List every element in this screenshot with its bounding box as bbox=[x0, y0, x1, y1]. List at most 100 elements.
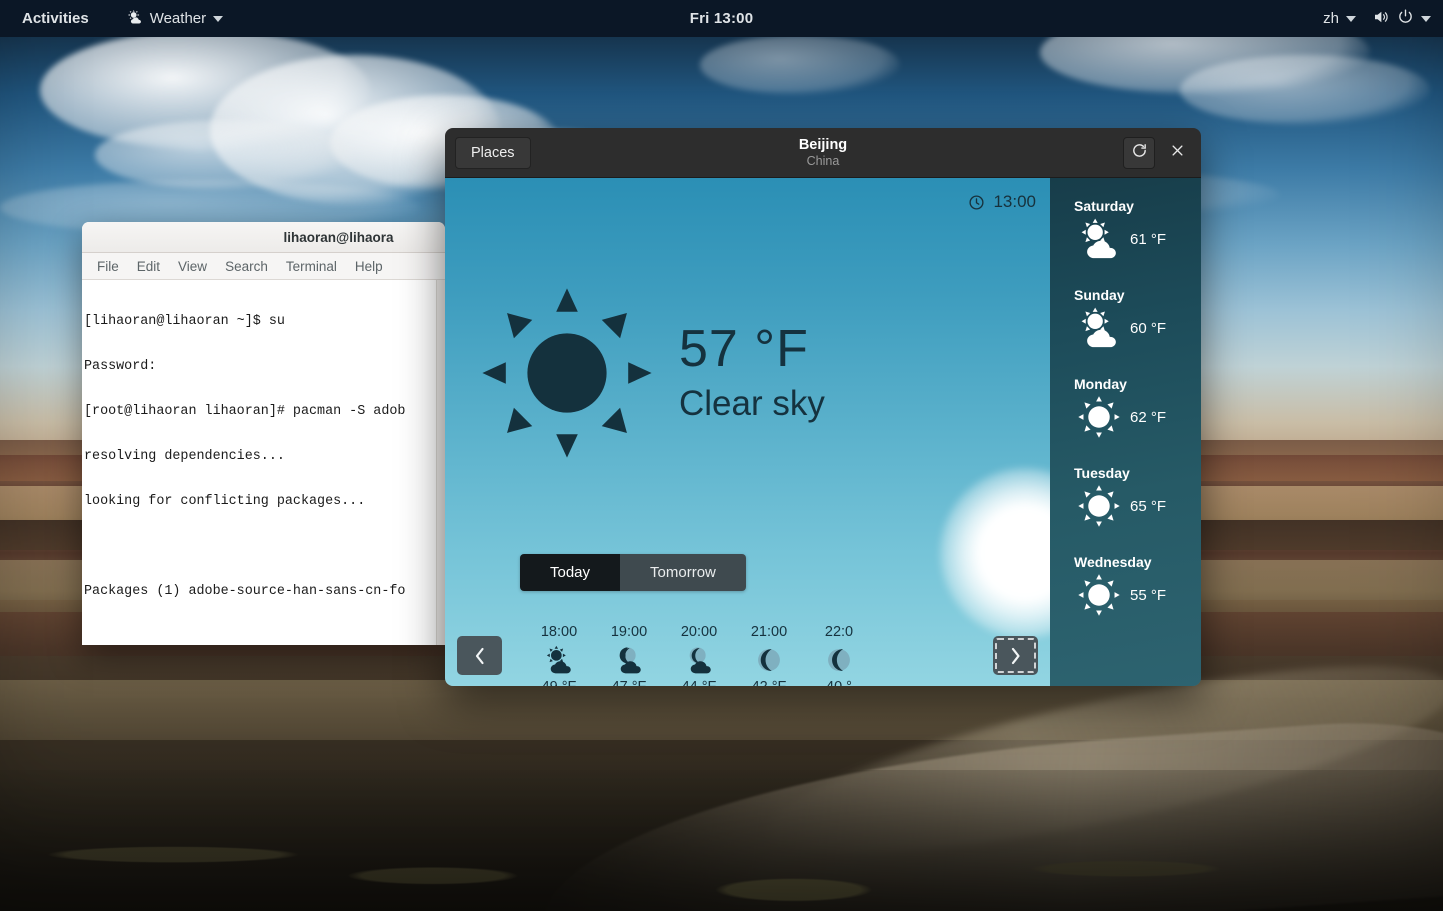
country-subtitle: China bbox=[806, 154, 840, 169]
keyboard-layout-indicator[interactable]: zh bbox=[1323, 10, 1356, 27]
hourly-items: 18:00 49 °F 19:00 bbox=[502, 624, 993, 686]
keyboard-layout-label: zh bbox=[1323, 10, 1339, 27]
forecast-day[interactable]: Saturday 61 °F bbox=[1074, 198, 1201, 262]
weather-header-bar: Places Beijing China bbox=[445, 128, 1201, 178]
sun-cloud-icon bbox=[524, 643, 594, 677]
terminal-scrollbar[interactable] bbox=[436, 280, 445, 645]
hourly-item: 21:00 42 °F bbox=[734, 624, 804, 686]
city-title: Beijing bbox=[798, 136, 848, 153]
hourly-item: 18:00 49 °F bbox=[524, 624, 594, 686]
app-menu-weather[interactable]: Weather bbox=[119, 5, 231, 33]
hour-time: 19:00 bbox=[610, 624, 648, 640]
activities-button[interactable]: Activities bbox=[14, 6, 97, 31]
hour-temp: 40 ° bbox=[804, 679, 874, 686]
hourly-next-button[interactable] bbox=[993, 636, 1038, 675]
refresh-button[interactable] bbox=[1123, 136, 1155, 169]
terminal-titlebar: lihaoran@lihaora bbox=[82, 222, 445, 253]
close-icon bbox=[1170, 143, 1185, 163]
hour-time: 22:0 bbox=[824, 624, 854, 640]
gnome-top-bar: Activities Weather Fri 13:00 zh bbox=[0, 0, 1443, 37]
hourly-item: 22:0 40 ° bbox=[804, 624, 874, 686]
terminal-window[interactable]: lihaoran@lihaora File Edit View Search T… bbox=[82, 222, 445, 645]
moon-cloud-icon bbox=[594, 643, 664, 677]
menu-search[interactable]: Search bbox=[216, 256, 277, 277]
activities-label: Activities bbox=[22, 10, 89, 27]
moon-cloud-icon bbox=[664, 643, 734, 677]
tab-today[interactable]: Today bbox=[520, 554, 621, 591]
hour-temp: 42 °F bbox=[734, 679, 804, 686]
weather-time-label: 13:00 bbox=[993, 192, 1036, 211]
hourly-item: 19:00 47 °F bbox=[594, 624, 664, 686]
menu-edit[interactable]: Edit bbox=[128, 256, 169, 277]
sun-cloud-icon bbox=[127, 9, 143, 29]
app-menu-label: Weather bbox=[149, 10, 207, 27]
tab-tomorrow[interactable]: Tomorrow bbox=[620, 554, 746, 591]
forecast-day-name: Sunday bbox=[1074, 287, 1125, 303]
forecast-day-temp: 65 °F bbox=[1130, 497, 1167, 515]
terminal-line: [root@lihaoran lihaoran]# pacman -S adob bbox=[84, 404, 406, 419]
hourly-forecast-strip: 18:00 49 °F 19:00 bbox=[445, 624, 1050, 686]
hour-temp: 44 °F bbox=[664, 679, 734, 686]
terminal-title: lihaoran@lihaora bbox=[283, 229, 394, 245]
hour-temp: 49 °F bbox=[524, 679, 594, 686]
terminal-line: [lihaoran@lihaoran ~]$ su bbox=[84, 314, 285, 329]
forecast-day-temp: 60 °F bbox=[1130, 319, 1167, 337]
moon-icon bbox=[734, 643, 804, 677]
places-button[interactable]: Places bbox=[455, 136, 531, 169]
terminal-line: Password: bbox=[84, 359, 157, 374]
forecast-day-temp: 55 °F bbox=[1130, 586, 1167, 604]
volume-icon bbox=[1372, 8, 1390, 30]
system-status-menu[interactable] bbox=[1372, 8, 1431, 30]
forecast-day-name: Tuesday bbox=[1074, 465, 1130, 481]
sun-icon bbox=[1074, 483, 1124, 529]
chevron-down-icon bbox=[213, 15, 224, 22]
forecast-day-name: Monday bbox=[1074, 376, 1127, 392]
terminal-menubar: File Edit View Search Terminal Help bbox=[82, 253, 445, 280]
menu-file[interactable]: File bbox=[88, 256, 128, 277]
menu-view[interactable]: View bbox=[169, 256, 216, 277]
hourly-item: 20:00 44 °F bbox=[664, 624, 734, 686]
sun-icon bbox=[1074, 572, 1124, 618]
sun-cloud-icon bbox=[1074, 216, 1124, 262]
sun-glow bbox=[940, 468, 1050, 638]
forecast-day[interactable]: Sunday 60 °F bbox=[1074, 287, 1201, 351]
menu-terminal[interactable]: Terminal bbox=[277, 256, 346, 277]
terminal-line: looking for conflicting packages... bbox=[84, 494, 366, 509]
forecast-day[interactable]: Tuesday 65 °F bbox=[1074, 465, 1201, 529]
current-description: Clear sky bbox=[679, 384, 825, 424]
weather-title-block: Beijing China bbox=[799, 137, 847, 168]
power-icon bbox=[1397, 8, 1414, 29]
sun-icon bbox=[1074, 394, 1124, 440]
weather-window[interactable]: Places Beijing China 13:00 57 °F Clear s… bbox=[445, 128, 1201, 686]
weather-body: 13:00 57 °F Clear sky Today Tomorrow 18:… bbox=[445, 178, 1201, 686]
hourly-prev-button[interactable] bbox=[457, 636, 502, 675]
hour-temp: 47 °F bbox=[594, 679, 664, 686]
chevron-down-icon bbox=[1346, 15, 1356, 22]
forecast-day-temp: 61 °F bbox=[1130, 230, 1167, 248]
weather-local-time: 13:00 bbox=[968, 192, 1036, 212]
sun-icon bbox=[477, 283, 657, 463]
clock-icon bbox=[968, 194, 985, 211]
forecast-day[interactable]: Wednesday 55 °F bbox=[1074, 554, 1201, 618]
chevron-down-icon bbox=[1421, 15, 1431, 22]
topbar-clock[interactable]: Fri 13:00 bbox=[690, 10, 754, 27]
menu-help[interactable]: Help bbox=[346, 256, 392, 277]
crescent-moon-icon bbox=[804, 643, 874, 677]
day-segmented-control: Today Tomorrow bbox=[520, 554, 746, 591]
hour-time: 18:00 bbox=[540, 624, 578, 640]
forecast-day-temp: 62 °F bbox=[1130, 408, 1167, 426]
close-button[interactable] bbox=[1161, 137, 1193, 169]
forecast-day-name: Wednesday bbox=[1074, 554, 1152, 570]
forecast-day[interactable]: Monday 62 °F bbox=[1074, 376, 1201, 440]
hour-time: 20:00 bbox=[680, 624, 718, 640]
forecast-sidebar: Saturday 61 °F Sunday 60 °F Monday 62 °F… bbox=[1050, 178, 1201, 686]
sun-cloud-icon bbox=[1074, 305, 1124, 351]
terminal-output[interactable]: [lihaoran@lihaoran ~]$ su Password: [roo… bbox=[82, 280, 445, 645]
current-temperature: 57 °F bbox=[679, 319, 809, 378]
terminal-line: Packages (1) adobe-source-han-sans-cn-fo bbox=[84, 584, 406, 599]
weather-main-panel: 13:00 57 °F Clear sky Today Tomorrow 18:… bbox=[445, 178, 1050, 686]
refresh-icon bbox=[1131, 142, 1148, 164]
current-conditions: 57 °F Clear sky bbox=[477, 283, 997, 463]
